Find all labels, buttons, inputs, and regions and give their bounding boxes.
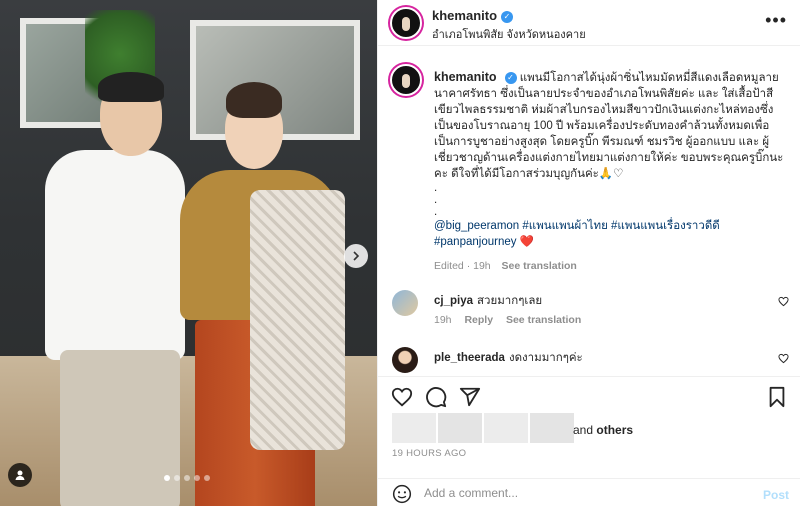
hashtag-link[interactable]: #แพนแพนเรื่องราวดีดี [611,220,720,232]
man-figure [45,150,185,360]
redacted-block [530,413,574,443]
caption-username[interactable]: khemanito [434,70,497,84]
heart-emoji: ❤️ [519,236,535,248]
comment-input[interactable] [424,482,744,504]
comment-icon [426,387,447,408]
post-comment-button[interactable]: Post [763,488,789,502]
woman-shawl [250,190,345,450]
chevron-right-icon [353,251,360,261]
caption-and-comments: khemanito ✓ แพนมีโอกาสได้นุ่งผ้าซิ่นไหมมั… [378,55,800,375]
redacted-block [438,413,482,443]
comment-username[interactable]: ple_theerada [434,352,505,364]
verified-badge-icon: ✓ [504,72,517,84]
redacted-block [484,413,528,443]
more-options-icon[interactable]: ••• [765,10,787,31]
likes-text[interactable]: and others [573,423,633,437]
see-translation-button[interactable]: See translation [502,260,577,272]
carousel-indicator [164,475,210,481]
username-label[interactable]: khemanito [432,8,497,23]
comment-like-button[interactable] [778,353,789,367]
caption-dot: . [434,194,438,206]
user-tag-button[interactable] [8,463,32,487]
bookmark-icon [769,386,785,408]
woman-hair [226,82,282,118]
comment-time: 19h [434,314,452,326]
see-translation-button[interactable]: See translation [506,314,581,326]
carousel-dot [184,475,190,481]
man-hair [98,72,164,102]
comment-button[interactable] [424,385,448,409]
caption-text: แพนมีโอกาสได้นุ่งผ้าซิ่นไหมมัดหมี่สีแดงเ… [434,72,784,180]
comment-text: สวยมากๆเลย [477,295,543,307]
share-icon [459,387,481,407]
hashtag-link[interactable]: #panpanjourney [434,236,517,248]
carousel-dot [164,475,170,481]
heart-icon [778,353,789,364]
caption-meta: Edited · 19h See translation [434,258,786,274]
likes-summary[interactable]: and others [392,413,782,443]
comment-username[interactable]: cj_piya [434,295,473,307]
comment-body: cj_piya สวยมากๆเลย [434,292,542,310]
likes-others-label[interactable]: others [596,423,633,437]
caption-avatar[interactable] [390,64,422,96]
header-username[interactable]: khemanito ✓ [432,8,514,23]
share-button[interactable] [458,385,482,409]
user-tag-icon [15,470,25,480]
post-actions [378,376,800,416]
carousel-next-button[interactable] [344,244,368,268]
carousel-dot [204,475,210,481]
carousel-dot [194,475,200,481]
caption-dot: . [434,206,438,218]
edited-label: Edited · 19h [434,260,491,272]
liked-by-redacted [392,413,574,443]
comment-text: งดงามมากๆค่ะ [508,352,583,364]
post-location[interactable]: อำเภอโพนพิสัย จังหวัดหนองคาย [432,25,586,43]
heart-icon [778,296,789,307]
redacted-block [392,413,436,443]
comment-like-button[interactable] [778,296,789,310]
post-photo[interactable] [0,0,377,506]
avatar[interactable] [392,290,418,316]
man-pants [60,350,180,506]
comment-meta: 19h Reply See translation [434,314,591,326]
like-button[interactable] [390,385,414,409]
caption: khemanito ✓ แพนมีโอกาสได้นุ่งผ้าซิ่นไหมมั… [434,69,786,274]
add-comment-bar: Post [378,478,800,506]
comment-body: ple_theerada งดงามมากๆค่ะ [434,349,583,367]
carousel-dot [174,475,180,481]
save-button[interactable] [765,385,789,409]
post-timestamp: 19 HOURS AGO [392,448,467,459]
verified-badge-icon: ✓ [501,11,514,23]
caption-dot: . [434,182,438,194]
avatar[interactable] [390,7,422,39]
hashtag-link[interactable]: #แพนแพนผ้าไทย [522,220,607,232]
mention-link[interactable]: @big_peeramon [434,220,519,232]
post-panel: khemanito ✓ อำเภอโพนพิสัย จังหวัดหนองคาย … [377,0,800,506]
emoji-icon [392,484,412,504]
avatar[interactable] [392,347,418,373]
reply-button[interactable]: Reply [464,314,493,326]
likes-and-label: and [573,423,594,437]
emoji-button[interactable] [392,484,412,504]
post-header: khemanito ✓ อำเภอโพนพิสัย จังหวัดหนองคาย … [378,0,800,46]
heart-icon [391,387,413,407]
